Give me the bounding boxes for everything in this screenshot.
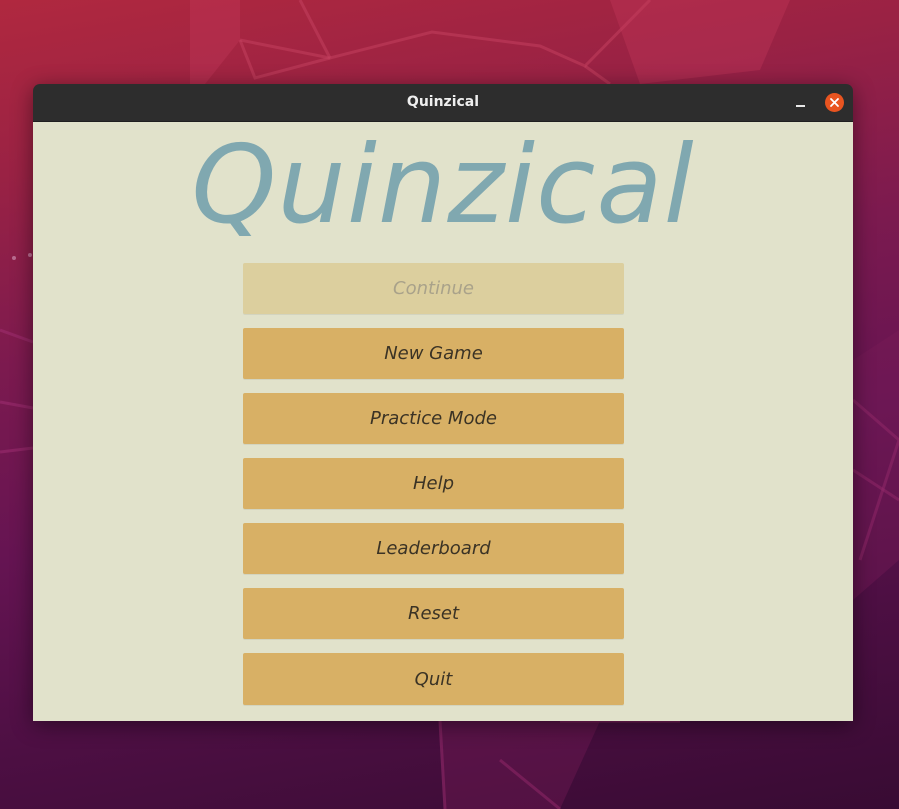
minimize-button[interactable]	[791, 93, 811, 113]
help-button[interactable]: Help	[243, 458, 624, 509]
main-content: Quinzical Continue New Game Practice Mod…	[33, 122, 853, 721]
reset-button[interactable]: Reset	[243, 588, 624, 639]
close-button[interactable]	[825, 93, 844, 112]
window-title: Quinzical	[406, 94, 480, 110]
app-heading: Quinzical	[191, 123, 695, 248]
close-icon	[830, 98, 839, 107]
practice-mode-button[interactable]: Practice Mode	[243, 393, 624, 444]
titlebar: Quinzical	[33, 84, 853, 122]
new-game-button[interactable]: New Game	[243, 328, 624, 379]
minimize-icon	[796, 105, 805, 107]
quit-button[interactable]: Quit	[243, 653, 624, 705]
desktop: Quinzical Quinzical Continue New Game Pr…	[0, 0, 899, 809]
app-window: Quinzical Quinzical Continue New Game Pr…	[33, 84, 853, 721]
leaderboard-button[interactable]: Leaderboard	[243, 523, 624, 574]
continue-button[interactable]: Continue	[243, 263, 624, 314]
